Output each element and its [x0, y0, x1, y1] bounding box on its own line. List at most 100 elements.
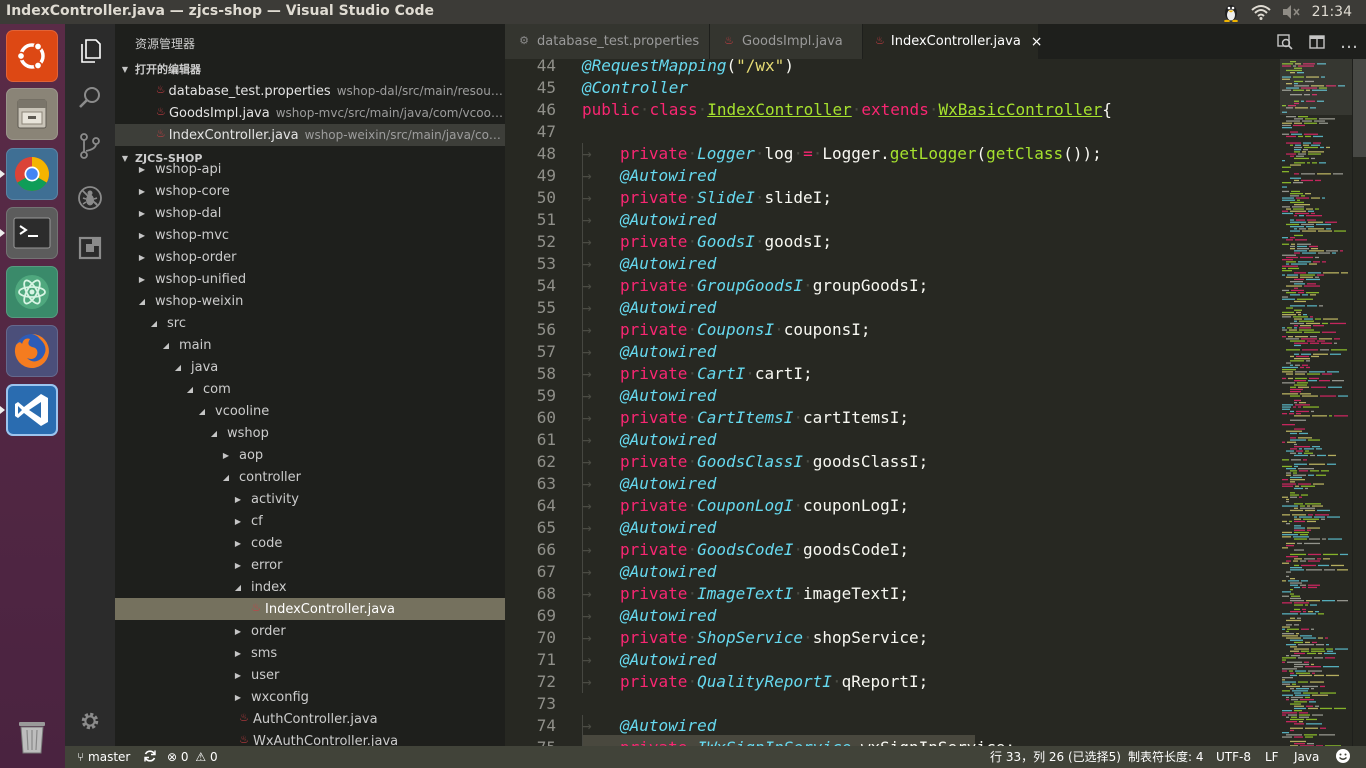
debug-icon[interactable] — [65, 174, 115, 222]
tab-goods-impl[interactable]: ♨ GoodsImpl.java — [710, 24, 863, 59]
scrollbar-thumb[interactable] — [1353, 59, 1366, 157]
code-line[interactable]: 46 public·class·IndexController·extends·W… — [505, 99, 1280, 121]
tree-folder[interactable]: ▶ wshop-api — [115, 158, 505, 180]
settings-gear-icon[interactable] — [65, 697, 115, 745]
atom-icon[interactable] — [6, 266, 58, 318]
tree-folder[interactable]: ▶ aop — [115, 444, 505, 466]
clock[interactable]: 21:34 — [1306, 4, 1366, 20]
tree-folder[interactable]: ◢ index — [115, 576, 505, 598]
code-line[interactable]: 56 → private·CouponsI·couponsI; — [505, 319, 1280, 341]
code-line[interactable]: 70 → private·ShopService·shopService; — [505, 627, 1280, 649]
tree-folder[interactable]: ◢ controller — [115, 466, 505, 488]
vertical-scrollbar[interactable] — [1352, 59, 1366, 746]
search-icon[interactable] — [65, 74, 115, 122]
problems-indicator[interactable]: ⊗ 0 ⚠ 0 — [167, 746, 218, 768]
open-editor-item[interactable]: ♨ database_test.properties wshop-dal/src/m… — [115, 80, 505, 102]
tree-folder[interactable]: ◢ vcooline — [115, 400, 505, 422]
chrome-icon[interactable] — [6, 148, 58, 200]
close-icon[interactable]: × — [1031, 34, 1043, 50]
code-line[interactable]: 57 → @Autowired — [505, 341, 1280, 363]
code-line[interactable]: 73 — [505, 693, 1280, 715]
code-line[interactable]: 51 → @Autowired — [505, 209, 1280, 231]
tree-folder[interactable]: ◢ main — [115, 334, 505, 356]
minimap[interactable] — [1280, 59, 1352, 747]
tab-database-test-properties[interactable]: ⚙ database_test.properties — [505, 24, 710, 59]
tree-folder[interactable]: ▶ order — [115, 620, 505, 642]
trash-icon[interactable] — [6, 710, 58, 762]
git-branch[interactable]: ⑂ master — [77, 746, 130, 768]
code-line[interactable]: 59 → @Autowired — [505, 385, 1280, 407]
open-editor-item[interactable]: ♨ IndexController.java wshop-weixin/src/ma… — [115, 124, 505, 146]
tree-folder[interactable]: ▶ wshop-unified — [115, 268, 505, 290]
files-icon[interactable] — [6, 88, 58, 140]
code-line[interactable]: 60 → private·CartItemsI·cartItemsI; — [505, 407, 1280, 429]
sync-icon[interactable] — [143, 746, 157, 768]
code-line[interactable]: 58 → private·CartI·cartI; — [505, 363, 1280, 385]
tree-folder[interactable]: ▶ wshop-order — [115, 246, 505, 268]
code-line[interactable]: 69 → @Autowired — [505, 605, 1280, 627]
open-editors-header[interactable]: ▼ 打开的编辑器 — [115, 58, 505, 80]
code-line[interactable]: 53 → @Autowired — [505, 253, 1280, 275]
tree-folder[interactable]: ▶ wshop-core — [115, 180, 505, 202]
tree-folder[interactable]: ◢ java — [115, 356, 505, 378]
tree-folder[interactable]: ▶ wxconfig — [115, 686, 505, 708]
open-changes-icon[interactable] — [1275, 32, 1295, 52]
ubuntu-dash-icon[interactable] — [6, 30, 58, 82]
code-line[interactable]: 44 @RequestMapping("/wx") — [505, 59, 1280, 77]
code-line[interactable]: 68 → private·ImageTextI·imageTextI; — [505, 583, 1280, 605]
tree-file[interactable]: ♨ WxAuthController.java — [115, 730, 505, 746]
tab-size[interactable]: 制表符长度: 4 — [1128, 746, 1204, 768]
vscode-icon[interactable] — [6, 384, 58, 436]
code-line[interactable]: 71 → @Autowired — [505, 649, 1280, 671]
tree-folder[interactable]: ▶ user — [115, 664, 505, 686]
code-line[interactable]: 48 → private·Logger·log·=·Logger.getLogger… — [505, 143, 1280, 165]
line-ending[interactable]: LF — [1265, 746, 1279, 768]
tree-folder[interactable]: ▶ wshop-mvc — [115, 224, 505, 246]
extensions-icon[interactable] — [65, 224, 115, 272]
code-line[interactable]: 49 → @Autowired — [505, 165, 1280, 187]
tree-folder[interactable]: ▶ wshop-dal — [115, 202, 505, 224]
volume-muted-icon[interactable] — [1276, 0, 1306, 24]
tree-folder[interactable]: ◢ src — [115, 312, 505, 334]
code-line[interactable]: 45 @Controller — [505, 77, 1280, 99]
code-editor[interactable]: 44 @RequestMapping("/wx") 45 @Controller 46 p… — [505, 59, 1280, 746]
tux-icon[interactable] — [1216, 0, 1246, 24]
language-mode[interactable]: Java — [1294, 746, 1319, 768]
tree-file[interactable]: ♨ AuthController.java — [115, 708, 505, 730]
code-line[interactable]: 62 → private·GoodsClassI·goodsClassI; — [505, 451, 1280, 473]
minimap-viewport[interactable] — [1280, 59, 1352, 115]
wifi-icon[interactable] — [1246, 0, 1276, 24]
code-line[interactable]: 63 → @Autowired — [505, 473, 1280, 495]
code-line[interactable]: 52 → private·GoodsI·goodsI; — [505, 231, 1280, 253]
firefox-icon[interactable] — [6, 325, 58, 377]
code-line[interactable]: 66 → private·GoodsCodeI·goodsCodeI; — [505, 539, 1280, 561]
code-line[interactable]: 72 → private·QualityReportI·qReportI; — [505, 671, 1280, 693]
tree-folder[interactable]: ◢ wshop — [115, 422, 505, 444]
cursor-position[interactable]: 行 33，列 26 (已选择5) — [990, 746, 1121, 768]
tree-folder[interactable]: ▶ error — [115, 554, 505, 576]
code-line[interactable]: 50 → private·SlideI·slideI; — [505, 187, 1280, 209]
tree-folder[interactable]: ◢ com — [115, 378, 505, 400]
tree-folder[interactable]: ◢ wshop-weixin — [115, 290, 505, 312]
feedback-icon[interactable] — [1335, 746, 1351, 768]
terminal-icon[interactable] — [6, 207, 58, 259]
explorer-icon[interactable] — [65, 26, 115, 74]
tree-folder[interactable]: ▶ activity — [115, 488, 505, 510]
tree-folder[interactable]: ▶ cf — [115, 510, 505, 532]
more-actions-icon[interactable]: … — [1339, 32, 1359, 53]
encoding[interactable]: UTF-8 — [1216, 746, 1251, 768]
code-line[interactable]: 67 → @Autowired — [505, 561, 1280, 583]
code-line[interactable]: 61 → @Autowired — [505, 429, 1280, 451]
code-line[interactable]: 74 → @Autowired — [505, 715, 1280, 737]
tree-folder[interactable]: ▶ sms — [115, 642, 505, 664]
git-icon[interactable] — [65, 122, 115, 170]
code-line[interactable]: 75→private·IWxSignInService·wxSignInServ… — [505, 737, 1280, 746]
open-editor-item[interactable]: ♨ GoodsImpl.java wshop-mvc/src/main/java/c… — [115, 102, 505, 124]
code-line[interactable]: 55 → @Autowired — [505, 297, 1280, 319]
code-line[interactable]: 64 → private·CouponLogI·couponLogI; — [505, 495, 1280, 517]
code-line[interactable]: 54 → private·GroupGoodsI·groupGoodsI; — [505, 275, 1280, 297]
tree-file[interactable]: ♨ IndexController.java — [115, 598, 505, 620]
tree-folder[interactable]: ▶ code — [115, 532, 505, 554]
code-line[interactable]: 65 → @Autowired — [505, 517, 1280, 539]
split-editor-icon[interactable] — [1307, 32, 1327, 52]
